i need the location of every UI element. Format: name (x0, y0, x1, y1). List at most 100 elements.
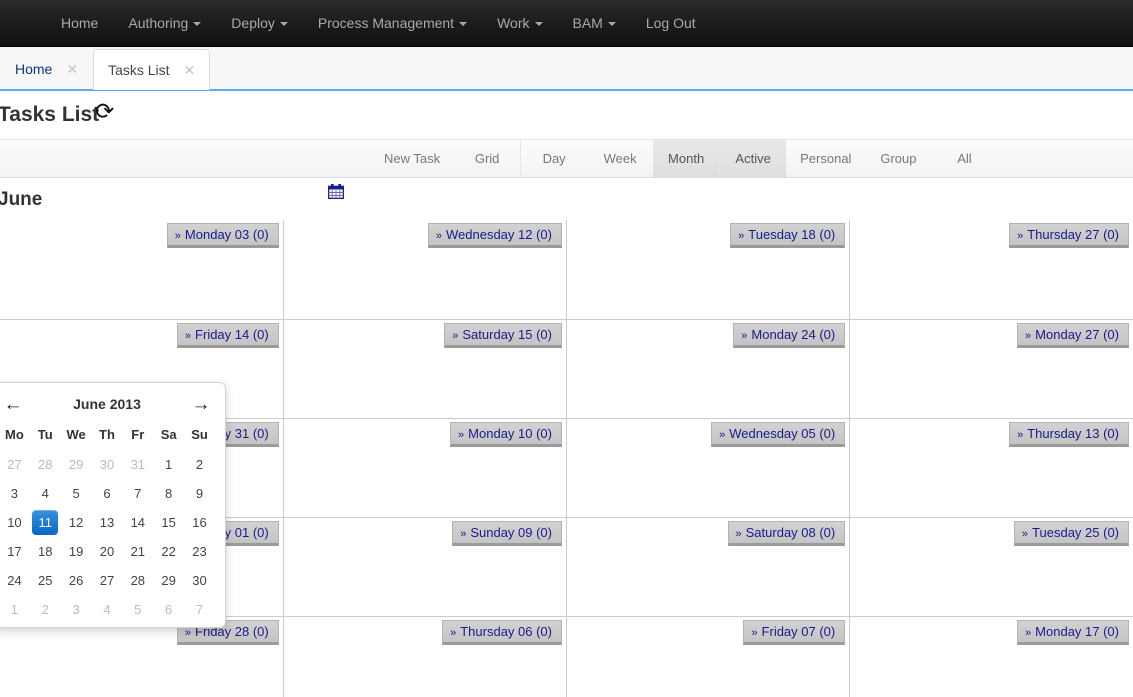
calendar-day-cell[interactable]: » Wednesday 12 (0) (283, 220, 568, 320)
date-picker-cell[interactable]: 17 (0, 537, 30, 566)
date-picker-cell[interactable]: 4 (30, 479, 61, 508)
date-picker-cell[interactable]: 1 (153, 450, 184, 479)
date-picker-day[interactable]: 17 (1, 539, 27, 564)
calendar-day-cell[interactable]: » Monday 03 (0) (0, 220, 284, 320)
nav-item-home[interactable]: Home (46, 0, 113, 46)
date-picker-day[interactable]: 3 (63, 597, 89, 622)
date-picker-cell[interactable]: 15 (153, 508, 184, 537)
calendar-day-cell[interactable]: » Saturday 08 (0) (566, 517, 851, 617)
day-header-button[interactable]: » Monday 24 (0) (733, 322, 846, 348)
day-header-button[interactable]: » Tuesday 18 (0) (730, 223, 846, 248)
date-picker-cell[interactable]: 3 (61, 595, 92, 624)
day-header-button[interactable]: » Thursday 06 (0) (442, 619, 562, 645)
nav-item-deploy[interactable]: Deploy (216, 0, 303, 46)
toolbar-button-all[interactable]: All (931, 140, 997, 177)
toolbar-button-week[interactable]: Week (587, 140, 653, 177)
date-picker-day[interactable]: 12 (63, 510, 89, 535)
day-header-button[interactable]: » Wednesday 05 (0) (711, 421, 846, 447)
date-picker-cell[interactable]: 4 (92, 595, 123, 624)
date-picker-cell[interactable]: 18 (30, 537, 61, 566)
calendar-day-cell[interactable]: » Thursday 13 (0) (849, 418, 1133, 518)
day-header-button[interactable]: » Monday 10 (0) (450, 421, 562, 447)
calendar-day-cell[interactable]: » Wednesday 05 (0) (566, 418, 851, 518)
date-picker-day[interactable]: 15 (156, 510, 182, 535)
date-picker-day[interactable]: 8 (156, 481, 182, 506)
date-picker-day[interactable]: 3 (1, 481, 27, 506)
date-picker-cell[interactable]: 16 (184, 508, 215, 537)
day-header-button[interactable]: » Sunday 09 (0) (452, 520, 562, 546)
date-picker-day[interactable]: 19 (63, 539, 89, 564)
date-picker-cell[interactable]: 2 (184, 450, 215, 479)
date-picker-day[interactable]: 21 (125, 539, 151, 564)
date-picker-cell[interactable]: 25 (30, 566, 61, 595)
nav-item-log-out[interactable]: Log Out (631, 0, 711, 46)
date-picker-cell[interactable]: 27 (92, 566, 123, 595)
date-picker-cell[interactable]: 10 (0, 508, 30, 537)
date-picker-day[interactable]: 30 (187, 568, 213, 593)
date-picker-day[interactable]: 22 (156, 539, 182, 564)
day-header-button[interactable]: » Saturday 15 (0) (444, 322, 562, 348)
date-picker-cell[interactable]: 3 (0, 479, 30, 508)
date-picker-day[interactable]: 2 (187, 452, 213, 477)
calendar-day-cell[interactable]: » Sunday 09 (0) (283, 517, 568, 617)
calendar-day-cell[interactable]: » Monday 24 (0) (566, 319, 851, 419)
next-month-icon[interactable]: → (187, 395, 215, 414)
date-picker-day[interactable]: 7 (125, 481, 151, 506)
date-picker-day[interactable]: 6 (94, 481, 120, 506)
nav-item-authoring[interactable]: Authoring (113, 0, 216, 46)
date-picker-cell[interactable]: 20 (92, 537, 123, 566)
date-picker-cell[interactable]: 28 (30, 450, 61, 479)
date-picker-title[interactable]: June 2013 (27, 396, 187, 412)
toolbar-button-group[interactable]: Group (865, 140, 931, 177)
date-picker-cell[interactable]: 19 (61, 537, 92, 566)
nav-item-process-management[interactable]: Process Management (303, 0, 482, 46)
date-picker-day[interactable]: 4 (32, 481, 58, 506)
day-header-button[interactable]: » Thursday 13 (0) (1009, 421, 1129, 447)
date-picker-cell[interactable]: 9 (184, 479, 215, 508)
calendar-day-cell[interactable]: » Thursday 27 (0) (849, 220, 1133, 320)
nav-item-bam[interactable]: BAM (558, 0, 631, 46)
date-picker-day[interactable]: 24 (1, 568, 27, 593)
date-picker-cell[interactable]: 8 (153, 479, 184, 508)
calendar-day-cell[interactable]: » Saturday 15 (0) (283, 319, 568, 419)
date-picker-day[interactable]: 20 (94, 539, 120, 564)
date-picker-day[interactable]: 5 (125, 597, 151, 622)
date-picker-day[interactable]: 7 (187, 597, 213, 622)
day-header-button[interactable]: » Friday 07 (0) (743, 619, 846, 645)
date-picker-day[interactable]: 5 (63, 481, 89, 506)
tab-tasks-list[interactable]: Tasks List ✕ (93, 49, 211, 90)
date-picker-cell[interactable]: 30 (92, 450, 123, 479)
date-picker-day[interactable]: 18 (32, 539, 58, 564)
date-picker-cell[interactable]: 7 (184, 595, 215, 624)
date-picker-day[interactable]: 28 (125, 568, 151, 593)
date-picker-cell[interactable]: 29 (153, 566, 184, 595)
calendar-day-cell[interactable]: » Monday 27 (0) (849, 319, 1133, 419)
close-icon[interactable]: ✕ (66, 62, 78, 76)
date-picker-cell[interactable]: 6 (92, 479, 123, 508)
date-picker-day[interactable]: 10 (1, 510, 27, 535)
date-picker-cell[interactable]: 22 (153, 537, 184, 566)
date-picker-cell[interactable]: 21 (122, 537, 153, 566)
day-header-button[interactable]: » Thursday 27 (0) (1009, 223, 1129, 248)
prev-month-icon[interactable]: ← (0, 395, 27, 414)
date-picker-day[interactable]: 9 (187, 481, 213, 506)
day-header-button[interactable]: » Monday 17 (0) (1017, 619, 1129, 645)
date-picker-day[interactable]: 28 (32, 452, 58, 477)
date-picker-cell[interactable]: 6 (153, 595, 184, 624)
date-picker-cell[interactable]: 14 (122, 508, 153, 537)
date-picker-cell[interactable]: 26 (61, 566, 92, 595)
calendar-icon[interactable] (327, 184, 345, 200)
date-picker-cell[interactable]: 30 (184, 566, 215, 595)
calendar-day-cell[interactable]: » Friday 07 (0) (566, 616, 851, 697)
toolbar-button-active[interactable]: Active (720, 140, 787, 177)
date-picker-cell[interactable]: 23 (184, 537, 215, 566)
date-picker-day[interactable]: 13 (94, 510, 120, 535)
date-picker-cell[interactable]: 13 (92, 508, 123, 537)
calendar-day-cell[interactable]: » Thursday 06 (0) (283, 616, 568, 697)
date-picker-selected-day[interactable]: 11 (32, 510, 59, 535)
date-picker-cell[interactable]: 12 (61, 508, 92, 537)
refresh-icon[interactable]: ⟳ (95, 100, 114, 123)
day-header-button[interactable]: » Monday 27 (0) (1017, 322, 1129, 348)
date-picker-day[interactable]: 23 (187, 539, 213, 564)
day-header-button[interactable]: » Saturday 08 (0) (727, 520, 846, 546)
